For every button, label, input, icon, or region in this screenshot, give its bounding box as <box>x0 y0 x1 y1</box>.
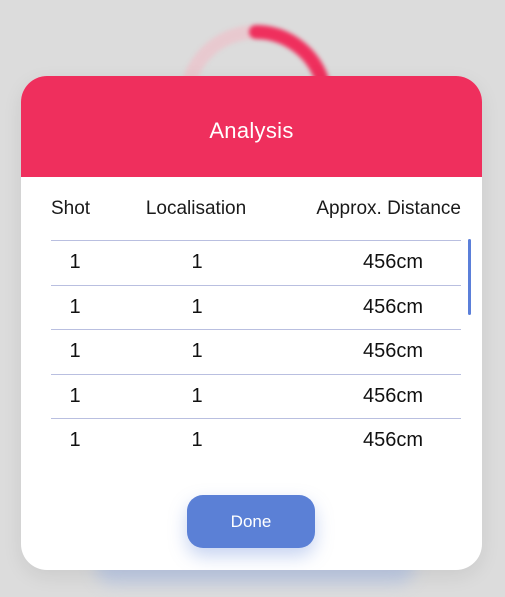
cell-distance: 456cm <box>362 429 424 452</box>
done-button[interactable]: Done <box>187 495 315 548</box>
column-header-shot: Shot <box>51 197 91 219</box>
cell-shot: 1 <box>69 384 81 407</box>
table-row: 1 1 456cm <box>51 286 461 330</box>
column-header-distance: Approx. Distance <box>316 197 461 219</box>
cell-distance: 456cm <box>362 384 424 407</box>
cell-localisation: 1 <box>191 340 203 363</box>
cell-localisation: 1 <box>191 295 203 318</box>
cell-localisation: 1 <box>191 384 203 407</box>
table-header: Shot Localisation Approx. Distance <box>51 177 461 240</box>
table-body[interactable]: 1 1 456cm 1 1 456cm 1 1 456cm 1 1 456cm … <box>51 240 461 463</box>
table-row: 1 1 456cm <box>51 330 461 375</box>
table-scrollbar[interactable] <box>468 239 471 315</box>
cell-distance: 456cm <box>362 295 424 318</box>
table-row: 1 1 456cm <box>51 375 461 419</box>
modal-header: Analysis <box>21 76 482 177</box>
analysis-table: Shot Localisation Approx. Distance 1 1 4… <box>21 177 482 463</box>
column-header-localisation: Localisation <box>145 197 247 219</box>
cell-shot: 1 <box>69 295 81 318</box>
table-row: 1 1 456cm <box>51 241 461 286</box>
cell-shot: 1 <box>69 429 81 452</box>
cell-distance: 456cm <box>362 251 424 274</box>
cell-shot: 1 <box>69 340 81 363</box>
table-row: 1 1 456cm <box>51 419 461 463</box>
modal-title: Analysis <box>209 117 294 143</box>
cell-localisation: 1 <box>191 429 203 452</box>
cell-localisation: 1 <box>191 251 203 274</box>
analysis-modal: Analysis Shot Localisation Approx. Dista… <box>21 76 482 570</box>
cell-distance: 456cm <box>362 340 424 363</box>
cell-shot: 1 <box>69 251 81 274</box>
